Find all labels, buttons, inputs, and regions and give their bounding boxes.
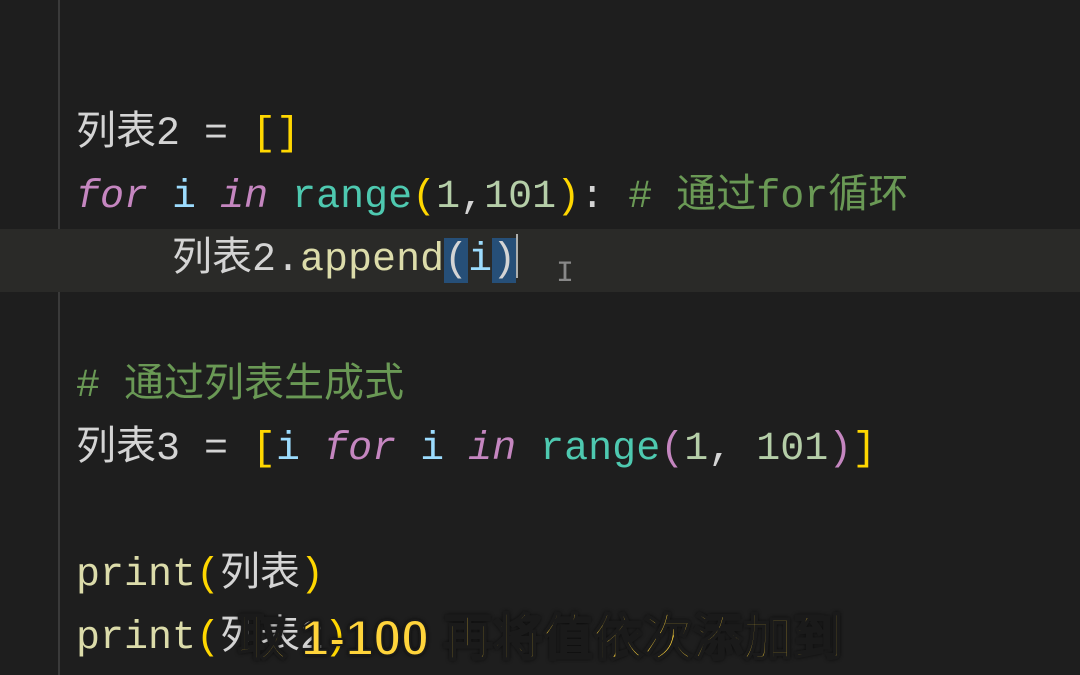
paren-close: ) xyxy=(828,427,852,472)
keyword-for: for xyxy=(76,175,148,220)
code-line[interactable] xyxy=(76,0,1080,40)
space xyxy=(396,427,420,472)
code-line[interactable]: print(列表3) xyxy=(76,670,1080,675)
method-append: append xyxy=(300,238,444,283)
paren-close: ) xyxy=(300,553,324,598)
paren-close: ) xyxy=(556,175,580,220)
space xyxy=(444,427,468,472)
keyword-in: in xyxy=(220,175,268,220)
code-line[interactable] xyxy=(76,481,1080,544)
dot: . xyxy=(276,238,300,283)
code-line[interactable]: for i in range(1,101): # 通过for循环 xyxy=(76,166,1080,229)
variable: 列表2 xyxy=(172,238,276,283)
code-line[interactable]: print(列表) xyxy=(76,544,1080,607)
variable: 列表3 xyxy=(76,427,180,472)
bracket-open: [ xyxy=(252,427,276,472)
paren-open: ( xyxy=(196,553,220,598)
bracket-close: ] xyxy=(276,112,300,157)
variable: 列表 xyxy=(220,553,300,598)
number: 101 xyxy=(756,427,828,472)
keyword-for: for xyxy=(324,427,396,472)
space xyxy=(516,427,540,472)
paren-open: ( xyxy=(660,427,684,472)
space xyxy=(196,175,220,220)
code-line[interactable]: # 通过列表生成式 xyxy=(76,355,1080,418)
comma: , xyxy=(460,175,484,220)
bracket-open: [ xyxy=(252,112,276,157)
identifier: i xyxy=(420,427,444,472)
space xyxy=(300,427,324,472)
comma: , xyxy=(708,427,756,472)
builtin-print: print xyxy=(76,553,196,598)
paren-open: ( xyxy=(412,175,436,220)
code-line[interactable]: 列表3 = [i for i in range(1, 101)] xyxy=(76,418,1080,481)
code-line-active[interactable]: 列表2.append(i)I xyxy=(76,229,1080,292)
comment: # 通过for循环 xyxy=(628,175,908,220)
code-line[interactable] xyxy=(76,40,1080,103)
number: 101 xyxy=(484,175,556,220)
paren-close: ) xyxy=(324,616,348,661)
bracket-close: ] xyxy=(852,427,876,472)
operator: = xyxy=(180,112,252,157)
space xyxy=(604,175,628,220)
variable: 列表2 xyxy=(220,616,324,661)
operator: = xyxy=(180,427,252,472)
code-line[interactable]: print(列表2) xyxy=(76,607,1080,670)
identifier: i xyxy=(468,238,492,283)
builtin-print: print xyxy=(76,616,196,661)
space xyxy=(268,175,292,220)
variable: 列表2 xyxy=(76,112,180,157)
gutter xyxy=(0,0,60,675)
builtin-range: range xyxy=(292,175,412,220)
text-cursor xyxy=(516,234,518,278)
code-line[interactable] xyxy=(76,292,1080,355)
number: 1 xyxy=(436,175,460,220)
number: 1 xyxy=(684,427,708,472)
paren-open: ( xyxy=(196,616,220,661)
colon: : xyxy=(580,175,604,220)
paren-open-selected: ( xyxy=(444,238,468,283)
identifier: i xyxy=(172,175,196,220)
paren-close-selected: ) xyxy=(492,238,516,283)
keyword-in: in xyxy=(468,427,516,472)
code-area[interactable]: 列表2 = [] for i in range(1,101): # 通过for循… xyxy=(62,0,1080,675)
comment: # 通过列表生成式 xyxy=(76,364,404,409)
code-editor[interactable]: 列表2 = [] for i in range(1,101): # 通过for循… xyxy=(0,0,1080,675)
space xyxy=(148,175,172,220)
identifier: i xyxy=(276,427,300,472)
indent xyxy=(76,238,172,283)
code-line[interactable]: 列表2 = [] xyxy=(76,103,1080,166)
builtin-range: range xyxy=(540,427,660,472)
